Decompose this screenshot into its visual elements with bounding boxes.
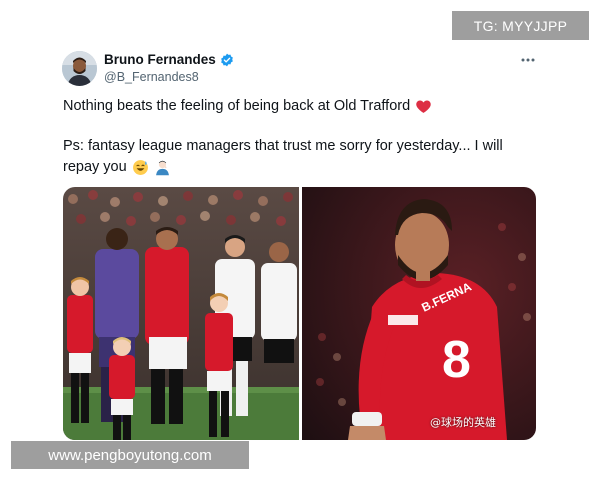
photo-bruno-closeup[interactable]: 8 B.FERNA xyxy=(302,187,536,440)
site-watermark: www.pengboyutong.com xyxy=(11,441,249,469)
photo-walkout[interactable] xyxy=(63,187,299,440)
facepalm-emoji xyxy=(154,159,171,176)
avatar[interactable] xyxy=(62,51,97,86)
author-row: Bruno Fernandes xyxy=(104,52,234,67)
tg-watermark: TG: MYYJJPP xyxy=(452,11,589,40)
jersey-number: 8 xyxy=(442,331,471,389)
display-name[interactable]: Bruno Fernandes xyxy=(104,52,216,67)
tweet-text-line-2: Ps: fantasy league managers that trust m… xyxy=(63,138,503,154)
red-heart-emoji xyxy=(415,98,432,115)
handle[interactable]: @B_Fernandes8 xyxy=(104,70,199,84)
tweet-text-main: Nothing beats the feeling of being back … xyxy=(63,98,411,114)
sweat-smile-emoji xyxy=(132,159,149,176)
more-icon[interactable] xyxy=(521,53,535,63)
media-grid: 8 B.FERNA xyxy=(63,187,536,440)
tweet-text-line-1: Nothing beats the feeling of being back … xyxy=(63,96,432,116)
tweet-card: TG: MYYJJPP Bruno Fernandes @B_Fernandes… xyxy=(0,0,600,480)
image-watermark: @球场的英雄 xyxy=(430,416,496,429)
tweet-text-repay: repay you xyxy=(63,159,127,175)
tweet-text-line-3: repay you xyxy=(63,157,171,177)
verified-icon xyxy=(220,53,234,67)
